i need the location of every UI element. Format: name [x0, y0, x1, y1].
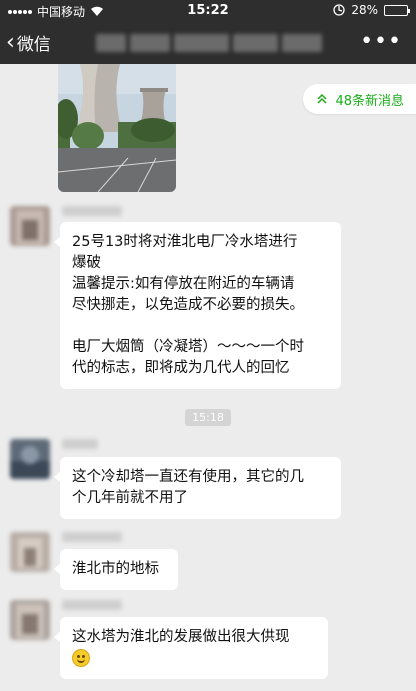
chevron-left-icon: ‹ — [6, 29, 15, 55]
location-icon — [333, 4, 345, 16]
message-line: 这个冷却塔一直还有使用，其它的几 — [72, 469, 304, 485]
message-bubble[interactable]: 这水塔为淮北的发展做出很大供现 — [54, 617, 328, 679]
image-message[interactable] — [58, 64, 176, 192]
message-line: 25号13时将对淮北电厂冷水塔进行 — [72, 234, 298, 250]
status-right: 28% — [333, 3, 410, 17]
battery-percent: 28% — [351, 3, 378, 17]
message-line: 温馨提示:如有停放在附近的车辆请 — [72, 276, 295, 292]
chat-title-blurred — [96, 34, 326, 52]
message-line: 个几年前就不用了 — [72, 490, 188, 506]
message-line: 这水塔为淮北的发展做出很大供现 — [72, 629, 290, 645]
more-button[interactable]: ••• — [360, 31, 402, 53]
nav-bar: ‹ 微信 ••• — [0, 22, 416, 64]
new-messages-label: 48条新消息 — [335, 93, 404, 109]
sender-name-blurred — [62, 439, 98, 449]
avatar[interactable] — [10, 206, 50, 246]
message-bubble[interactable]: 这个冷却塔一直还有使用，其它的几 个几年前就不用了 — [54, 457, 341, 519]
double-chevron-up-icon — [317, 94, 327, 104]
status-bar: 中国移动 15:22 28% — [0, 0, 416, 22]
avatar[interactable] — [10, 439, 50, 479]
new-messages-button[interactable]: 48条新消息 — [303, 84, 416, 114]
sender-name-blurred — [62, 600, 122, 610]
battery-icon — [384, 4, 410, 16]
message-line — [72, 316, 329, 337]
message-line: 电厂大烟筒（冷凝塔）～～～一个时 — [72, 339, 304, 355]
message-line: 爆破 — [72, 255, 101, 271]
timestamp: 15:18 — [0, 406, 416, 426]
back-label: 微信 — [16, 35, 51, 55]
cooling-tower-photo — [58, 64, 176, 192]
sender-name-blurred — [62, 206, 122, 216]
timestamp-label: 15:18 — [185, 409, 231, 426]
grinning-emoji-icon — [72, 649, 90, 667]
avatar[interactable] — [10, 600, 50, 640]
message-line: 淮北市的地标 — [72, 561, 159, 577]
message-line: 代的标志，即将成为几代人的回忆 — [72, 360, 290, 376]
back-button[interactable]: ‹ 微信 — [6, 30, 51, 55]
sender-name-blurred — [62, 532, 122, 542]
message-bubble[interactable]: 25号13时将对淮北电厂冷水塔进行 爆破 温馨提示:如有停放在附近的车辆请 尽快… — [54, 222, 341, 389]
message-line: 尽快挪走，以免造成不必要的损失。 — [72, 297, 304, 313]
message-emoji-line — [72, 648, 316, 669]
chat-area[interactable]: 48条新消息 25号13时将对淮北电厂冷水塔进行 爆破 温馨提示:如有停放在附近… — [0, 64, 416, 691]
message-bubble[interactable]: 淮北市的地标 — [54, 549, 178, 590]
avatar[interactable] — [10, 532, 50, 572]
